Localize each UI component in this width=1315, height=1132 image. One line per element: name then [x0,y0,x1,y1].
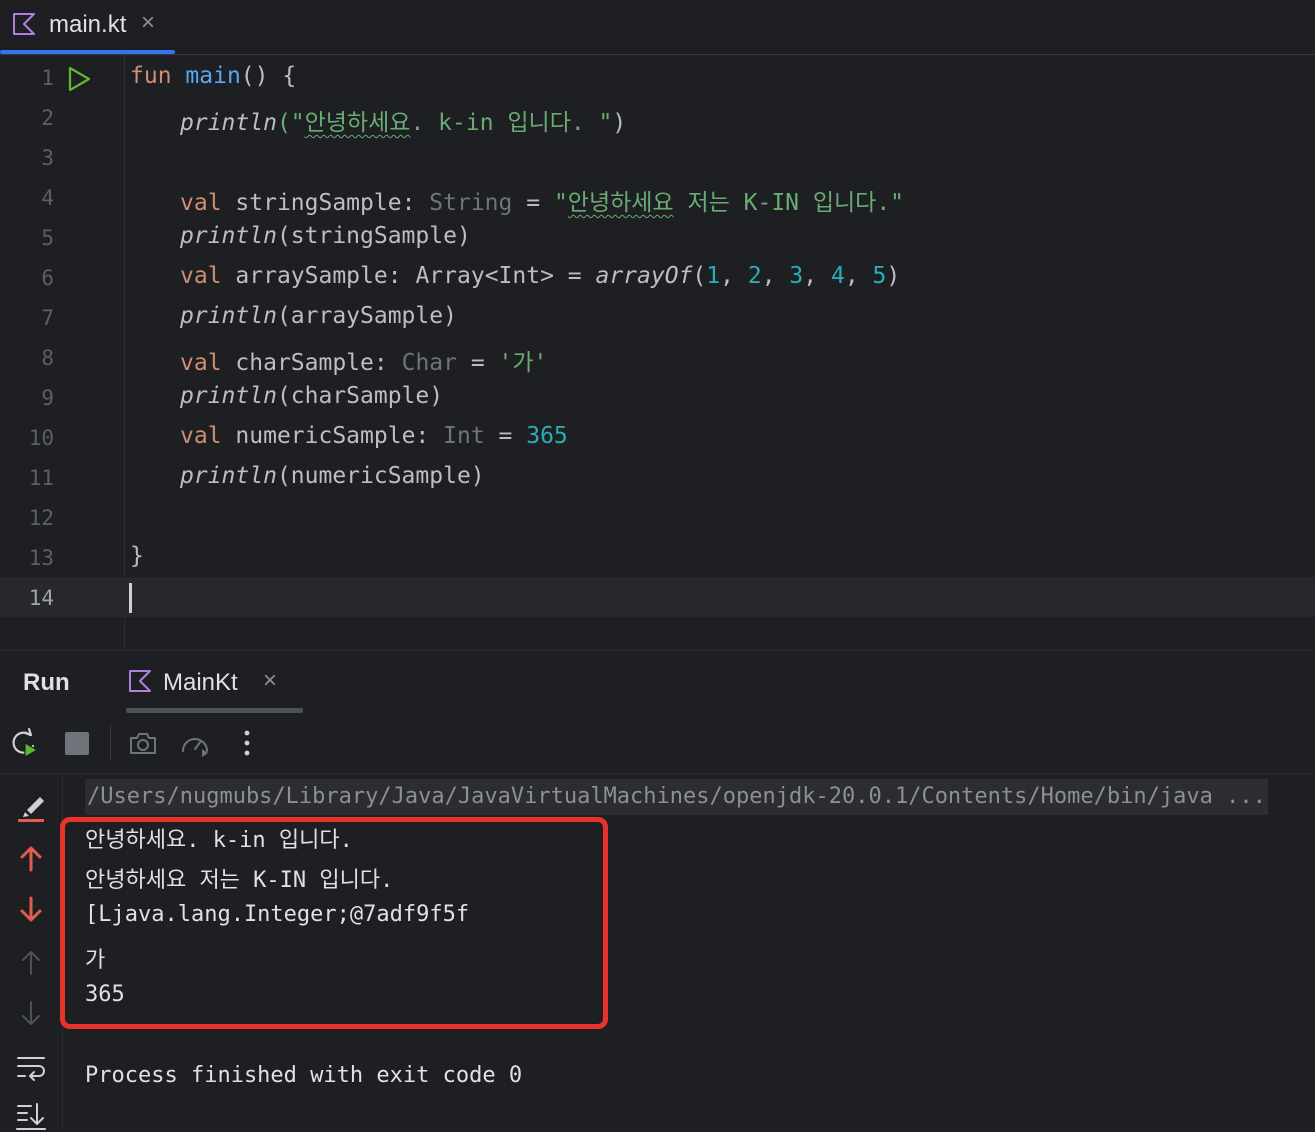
code-line: 1 fun main() { [0,57,1315,97]
code-line: 11 println(numericSample) [0,457,1315,497]
line-number: 2 [41,106,54,130]
close-run-tab-icon[interactable]: × [263,667,277,695]
code-text: println(numericSample) [180,463,485,489]
run-tab-mainkt[interactable]: MainKt × [126,651,303,713]
line-number: 1 [41,66,54,90]
code-text: } [130,543,144,569]
line-number: 8 [41,346,54,370]
console-output[interactable]: /Users/nugmubs/Library/Java/JavaVirtualM… [60,774,1315,1130]
close-tab-icon[interactable]: × [141,9,155,37]
run-tool-window-header: Run MainKt × [0,650,1315,714]
code-line: 2 println("안녕하세요. k-in 입니다. ") [0,97,1315,137]
clear-icon[interactable] [15,792,47,824]
run-toolbar [0,713,1315,774]
command-line[interactable]: /Users/nugmubs/Library/Java/JavaVirtualM… [85,779,1268,815]
line-number: 13 [28,546,54,570]
code-line: 12 [0,497,1315,537]
code-text: println("안녕하세요. k-in 입니다. ") [180,110,627,136]
arrow-down-icon[interactable] [15,894,47,926]
toolbar-separator [110,725,111,761]
line-number: 14 [28,586,54,610]
code-line: 3 [0,137,1315,177]
code-text: println(stringSample) [180,223,471,249]
run-tab-label: MainKt [163,669,238,696]
soft-wrap-icon[interactable] [15,1052,47,1084]
stop-icon[interactable] [61,727,93,759]
output-highlight-box [60,817,608,1029]
code-line: 4 val stringSample: String = "안녕하세요 저는 K… [0,177,1315,217]
current-code-line: 14 [0,577,1315,617]
code-text: fun main() { [130,63,297,89]
code-text: println(arraySample) [180,303,457,329]
line-number: 6 [41,266,54,290]
code-line: 9 println(charSample) [0,377,1315,417]
line-number: 12 [28,506,54,530]
code-text: val stringSample: String = "안녕하세요 저는 K-I… [180,190,905,216]
more-icon[interactable] [231,727,263,759]
scroll-up-icon[interactable] [15,946,47,978]
run-panel-title: Run [23,669,70,696]
scroll-to-end-icon[interactable] [15,1100,47,1132]
rerun-icon[interactable] [8,727,40,759]
line-number: 10 [28,426,54,450]
code-line: 5 println(stringSample) [0,217,1315,257]
line-number: 4 [41,186,54,210]
active-tab-indicator [0,50,175,54]
code-editor[interactable]: 1 fun main() { 2 println("안녕하세요. k-in 입니… [0,55,1315,650]
kotlin-run-config-icon [129,670,151,692]
line-number: 9 [41,386,54,410]
line-number: 11 [28,466,54,490]
code-text: val arraySample: Array<Int> = arrayOf(1,… [180,263,901,289]
code-line: 7 println(arraySample) [0,297,1315,337]
line-number: 3 [41,146,54,170]
arrow-up-icon[interactable] [15,842,47,874]
text-caret [129,583,132,613]
code-text: val charSample: Char = '가' [180,350,548,376]
profiler-icon[interactable] [179,727,211,759]
editor-tab-bar: main.kt × [0,0,1315,55]
code-text: val numericSample: Int = 365 [180,423,568,449]
line-number: 7 [41,306,54,330]
code-text: println(charSample) [180,383,444,409]
run-gutter-icon[interactable] [66,66,92,92]
editor-tab-label: main.kt [49,11,127,38]
exit-message: Process finished with exit code 0 [85,1063,523,1088]
code-line: 8 val charSample: Char = '가' [0,337,1315,377]
kotlin-file-icon [13,13,35,35]
editor-tab-main-kt[interactable]: main.kt × [0,0,175,54]
camera-icon[interactable] [127,727,159,759]
console-side-toolbar [0,774,63,1130]
line-number: 5 [41,226,54,250]
code-line: 6 val arraySample: Array<Int> = arrayOf(… [0,257,1315,297]
scroll-down-icon[interactable] [15,998,47,1030]
code-line: 13 } [0,537,1315,577]
code-line: 10 val numericSample: Int = 365 [0,417,1315,457]
